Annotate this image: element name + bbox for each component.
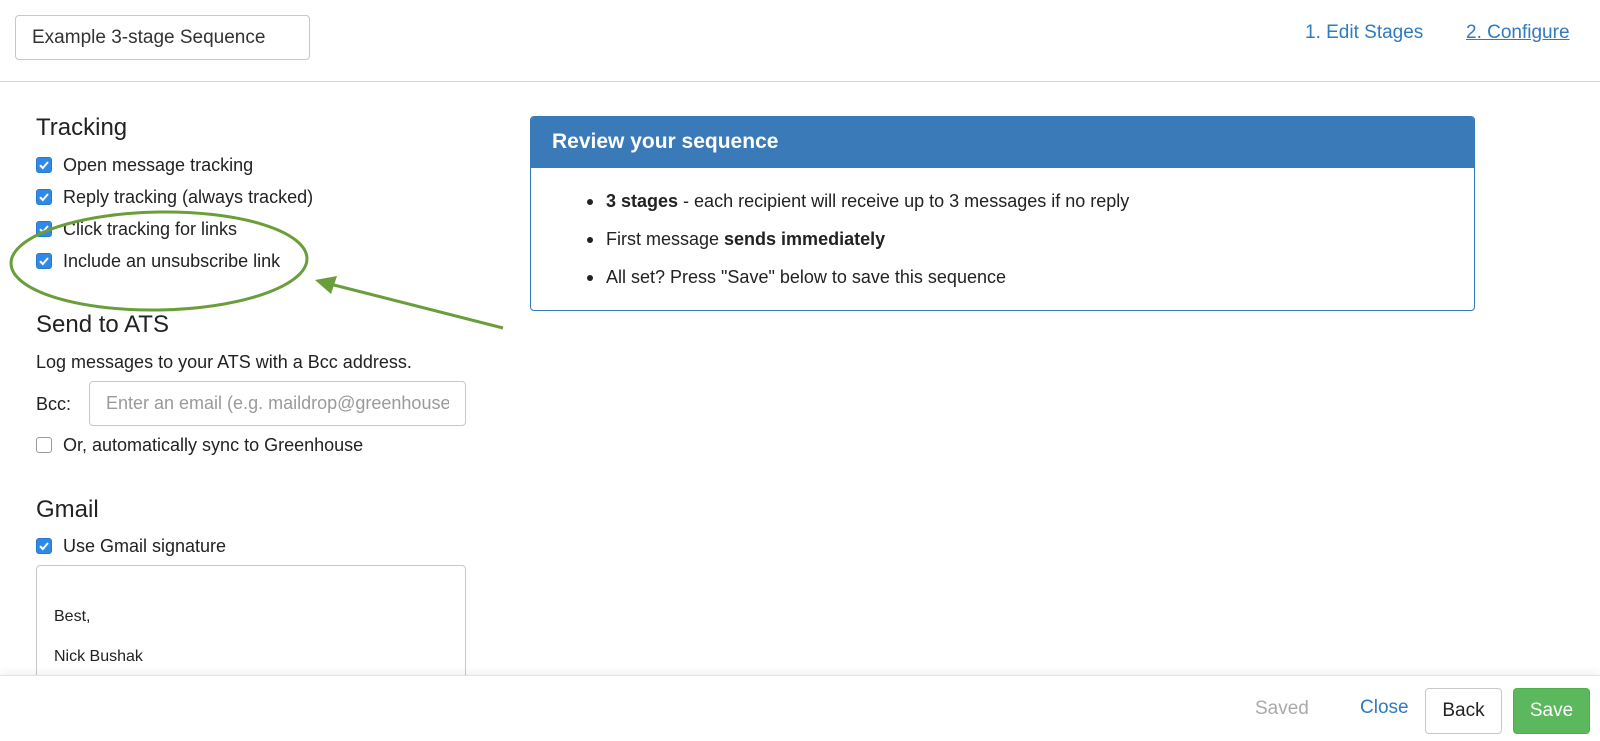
click-tracking-option[interactable]: Click tracking for links bbox=[36, 217, 237, 241]
reply-tracking-option[interactable]: Reply tracking (always tracked) bbox=[36, 185, 313, 209]
review-panel: Review your sequence 3 stages - each rec… bbox=[530, 116, 1475, 311]
bcc-label: Bcc: bbox=[36, 394, 72, 414]
gmail-signature-option[interactable]: Use Gmail signature bbox=[36, 534, 226, 558]
gmail-title: Gmail bbox=[36, 496, 99, 523]
review-item-text: All set? Press "Save" below to save this… bbox=[606, 267, 1006, 287]
unsubscribe-link-option[interactable]: Include an unsubscribe link bbox=[36, 249, 280, 273]
checkbox-checked-icon[interactable] bbox=[36, 538, 52, 554]
signature-line: Best, bbox=[54, 608, 91, 625]
footer-bar: Saved Close Back Save bbox=[0, 675, 1600, 741]
signature-line: Nick Bushak bbox=[54, 648, 143, 665]
checkbox-checked-icon[interactable] bbox=[36, 157, 52, 173]
review-item-text: First message bbox=[606, 229, 725, 249]
option-label: Include an unsubscribe link bbox=[63, 250, 281, 271]
annotation-arrow-line bbox=[329, 282, 504, 330]
top-bar: 1. Edit Stages 2. Configure bbox=[0, 0, 1600, 82]
review-item: First message sends immediately bbox=[587, 228, 1474, 266]
option-label: Or, automatically sync to Greenhouse bbox=[63, 434, 364, 455]
review-item-bold: sends immediately bbox=[724, 229, 886, 249]
review-list: 3 stages - each recipient will receive u… bbox=[531, 168, 1474, 304]
review-item-bold: 3 stages bbox=[606, 191, 679, 211]
signature-editor[interactable]: Best, Nick Bushak bbox=[36, 565, 466, 685]
tracking-title: Tracking bbox=[36, 114, 128, 141]
ats-title: Send to ATS bbox=[36, 311, 169, 338]
review-item-text: - each recipient will receive up to 3 me… bbox=[678, 191, 1130, 211]
save-button[interactable]: Save bbox=[1513, 688, 1590, 734]
option-label: Use Gmail signature bbox=[63, 535, 227, 556]
greenhouse-sync-option[interactable]: Or, automatically sync to Greenhouse bbox=[36, 433, 363, 457]
option-label: Click tracking for links bbox=[63, 218, 238, 239]
option-label: Open message tracking bbox=[63, 154, 254, 175]
review-item: All set? Press "Save" below to save this… bbox=[587, 266, 1474, 304]
option-label: Reply tracking (always tracked) bbox=[63, 186, 314, 207]
back-button[interactable]: Back bbox=[1425, 688, 1502, 734]
bcc-email-input[interactable] bbox=[89, 381, 466, 426]
review-item: 3 stages - each recipient will receive u… bbox=[587, 190, 1474, 228]
checkbox-unchecked-icon[interactable] bbox=[36, 437, 52, 453]
sequence-name-input[interactable] bbox=[15, 15, 310, 60]
checkbox-checked-icon[interactable] bbox=[36, 189, 52, 205]
review-panel-title: Review your sequence bbox=[531, 117, 1474, 168]
close-link[interactable]: Close bbox=[1360, 697, 1409, 719]
step-configure-link[interactable]: 2. Configure bbox=[1466, 22, 1570, 44]
checkbox-checked-icon[interactable] bbox=[36, 221, 52, 237]
open-tracking-option[interactable]: Open message tracking bbox=[36, 153, 253, 177]
annotation-arrow-head bbox=[315, 276, 337, 294]
ats-description: Log messages to your ATS with a Bcc addr… bbox=[36, 352, 412, 372]
save-status-label: Saved bbox=[1255, 698, 1309, 719]
checkbox-checked-icon[interactable] bbox=[36, 253, 52, 269]
step-edit-stages-link[interactable]: 1. Edit Stages bbox=[1305, 22, 1423, 44]
